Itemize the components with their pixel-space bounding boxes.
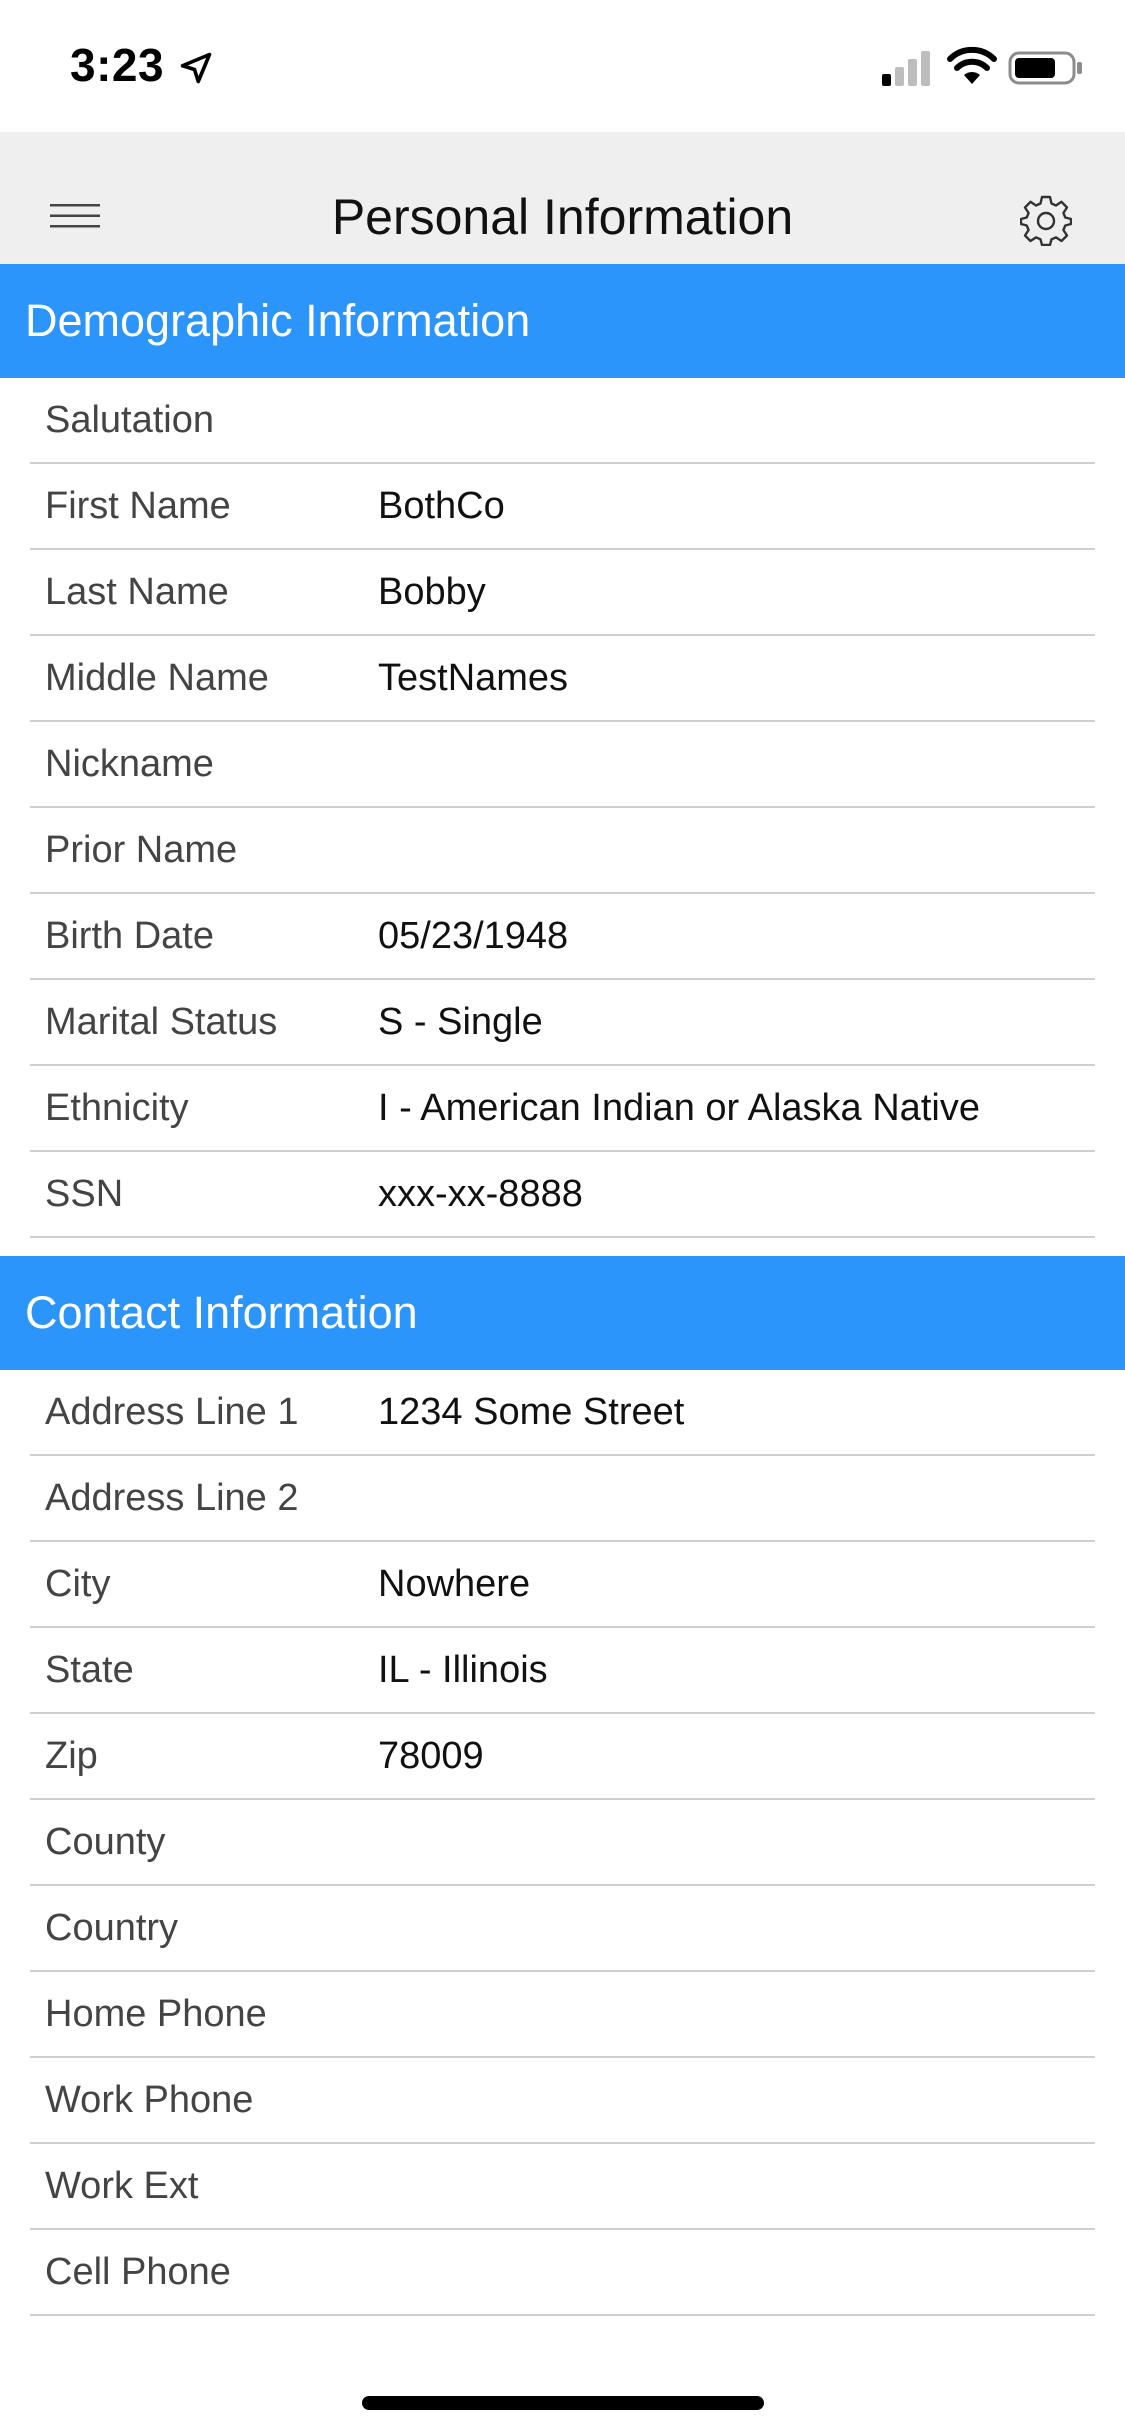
row-label: Ethnicity xyxy=(45,1087,189,1129)
wifi-icon xyxy=(947,46,997,84)
row-salutation[interactable]: Salutation xyxy=(30,378,1095,464)
row-address-line-2[interactable]: Address Line 2 xyxy=(30,1456,1095,1542)
row-first-name[interactable]: First Name BothCo xyxy=(30,464,1095,550)
row-marital-status[interactable]: Marital Status S - Single xyxy=(30,980,1095,1066)
row-label: Country xyxy=(45,1907,179,1949)
row-value: 1234 Some Street xyxy=(378,1391,685,1433)
row-cell-phone[interactable]: Cell Phone xyxy=(30,2230,1095,2316)
cellular-signal-icon xyxy=(882,51,930,86)
row-nickname[interactable]: Nickname xyxy=(30,722,1095,808)
row-county[interactable]: County xyxy=(30,1800,1095,1886)
row-value: Bobby xyxy=(378,571,486,613)
row-label: Address Line 1 xyxy=(45,1391,299,1433)
row-value: 78009 xyxy=(378,1735,484,1777)
row-state[interactable]: State IL - Illinois xyxy=(30,1628,1095,1714)
row-value: S - Single xyxy=(378,1001,543,1043)
row-value: I - American Indian or Alaska Native xyxy=(378,1087,980,1129)
row-last-name[interactable]: Last Name Bobby xyxy=(30,550,1095,636)
section-header-contact: Contact Information xyxy=(0,1256,1125,1370)
status-bar: 3:23 xyxy=(0,0,1125,132)
row-label: Address Line 2 xyxy=(45,1477,299,1519)
row-label: Last Name xyxy=(45,571,229,613)
row-label: Zip xyxy=(45,1735,98,1777)
status-time: 3:23 xyxy=(70,39,165,91)
row-work-phone[interactable]: Work Phone xyxy=(30,2058,1095,2144)
row-value: TestNames xyxy=(378,657,569,699)
page-title: Personal Information xyxy=(331,189,794,245)
row-label: Salutation xyxy=(45,399,215,441)
row-ethnicity[interactable]: Ethnicity I - American Indian or Alaska … xyxy=(30,1066,1095,1152)
row-label: Middle Name xyxy=(45,657,269,699)
row-label: SSN xyxy=(45,1173,124,1215)
row-label: State xyxy=(45,1649,134,1691)
row-label: Work Ext xyxy=(45,2165,199,2207)
row-address-line-1[interactable]: Address Line 1 1234 Some Street xyxy=(30,1370,1095,1456)
row-city[interactable]: City Nowhere xyxy=(30,1542,1095,1628)
home-indicator[interactable] xyxy=(362,2396,764,2410)
section-header-demographic: Demographic Information xyxy=(0,264,1125,378)
row-label: First Name xyxy=(45,485,231,527)
row-middle-name[interactable]: Middle Name TestNames xyxy=(30,636,1095,722)
row-country[interactable]: Country xyxy=(30,1886,1095,1972)
row-work-ext[interactable]: Work Ext xyxy=(30,2144,1095,2230)
row-value: Nowhere xyxy=(378,1563,531,1605)
row-label: Cell Phone xyxy=(45,2251,231,2293)
row-label: Home Phone xyxy=(45,1993,267,2035)
row-value: xxx-xx-8888 xyxy=(378,1173,583,1215)
row-value: IL - Illinois xyxy=(378,1649,548,1691)
row-home-phone[interactable]: Home Phone xyxy=(30,1972,1095,2058)
nav-header: Personal Information xyxy=(0,132,1125,264)
row-ssn[interactable]: SSN xxx-xx-8888 xyxy=(30,1152,1095,1238)
demographic-list: Salutation First Name BothCo Last Name B… xyxy=(0,378,1125,1238)
row-label: Birth Date xyxy=(45,915,214,957)
row-zip[interactable]: Zip 78009 xyxy=(30,1714,1095,1800)
row-label: Nickname xyxy=(45,743,214,785)
row-value: 05/23/1948 xyxy=(378,915,569,957)
row-label: County xyxy=(45,1821,166,1863)
row-value: BothCo xyxy=(378,485,505,527)
row-label: City xyxy=(45,1563,111,1605)
row-birth-date[interactable]: Birth Date 05/23/1948 xyxy=(30,894,1095,980)
battery-icon xyxy=(1008,51,1082,85)
location-arrow-icon xyxy=(180,52,212,84)
gear-icon[interactable] xyxy=(1020,194,1072,246)
row-prior-name[interactable]: Prior Name xyxy=(30,808,1095,894)
row-label: Marital Status xyxy=(45,1001,278,1043)
contact-list: Address Line 1 1234 Some Street Address … xyxy=(0,1370,1125,2316)
row-label: Prior Name xyxy=(45,829,238,871)
row-label: Work Phone xyxy=(45,2079,254,2121)
